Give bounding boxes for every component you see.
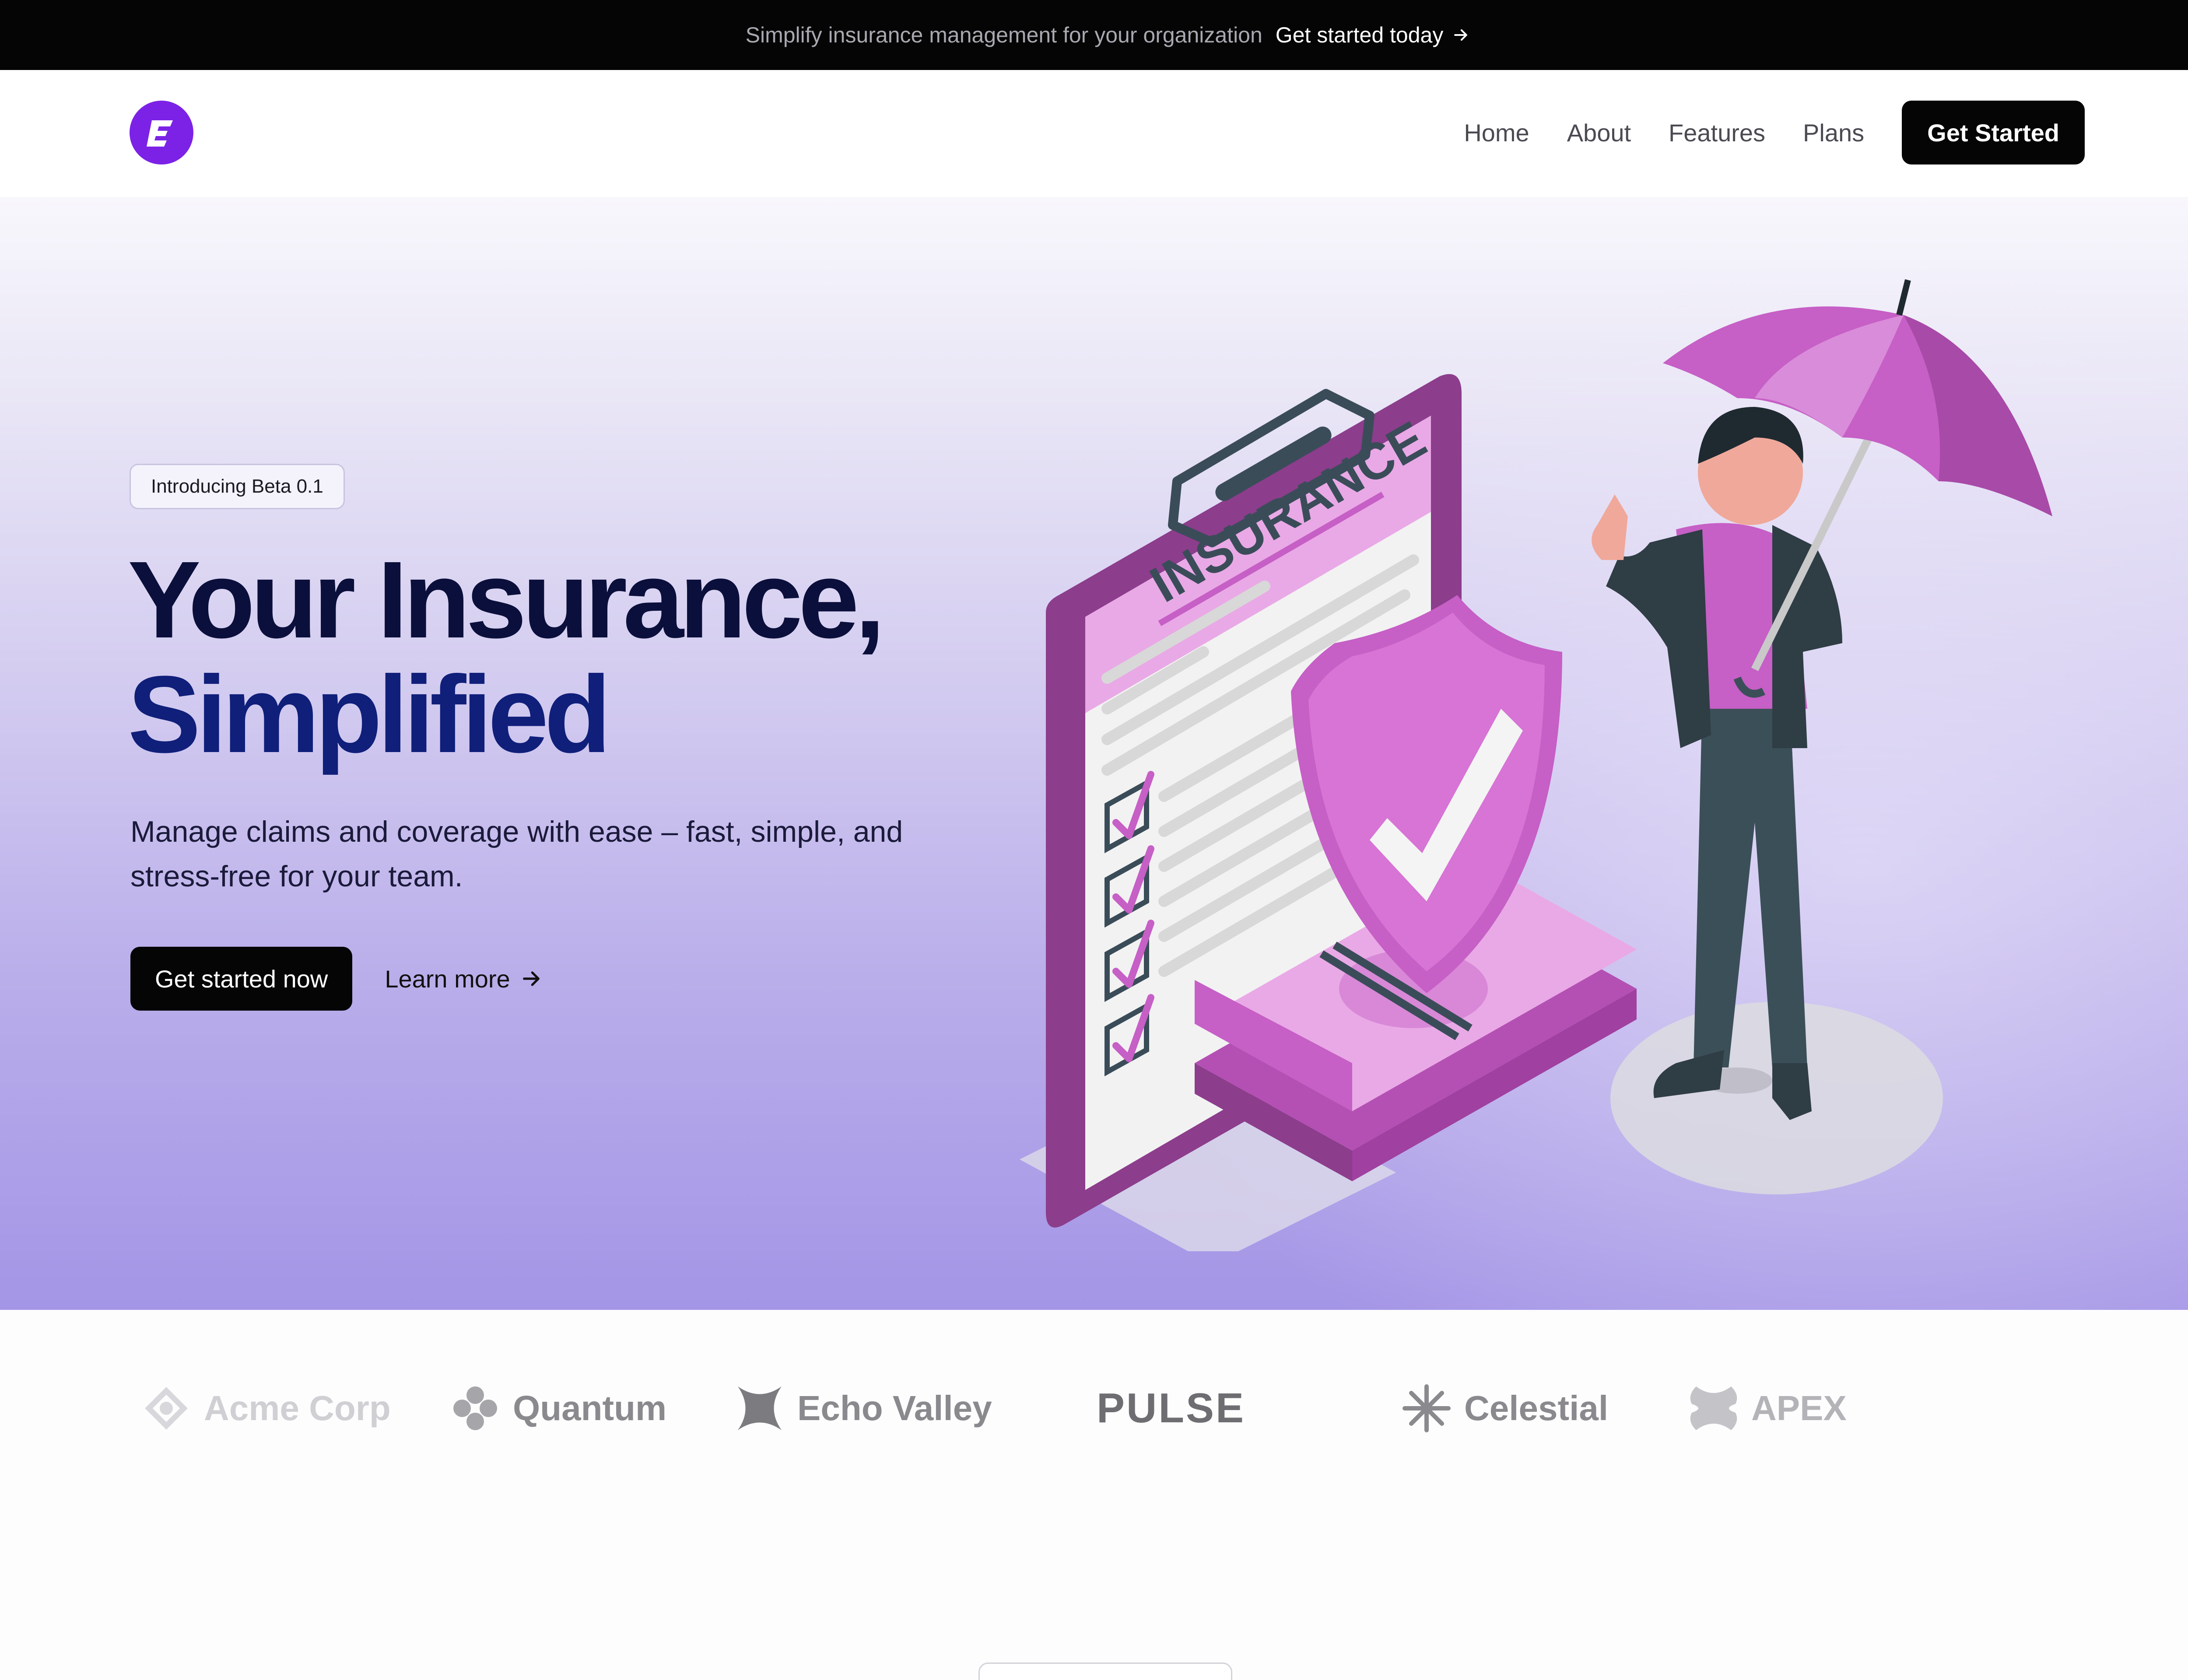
logo-pulse-label: PULSE <box>1097 1385 1246 1432</box>
insurance-illustration: INSURANCE <box>1020 279 2052 1251</box>
learn-more-link[interactable]: Learn more <box>385 965 543 993</box>
hero-title-line1: Your Insurance, <box>128 539 885 661</box>
logo-apex-label: APEX <box>1751 1389 1847 1428</box>
client-logos: Acme Corp Quantum Echo Valley PULSE Cele… <box>0 1310 2188 1511</box>
arrow-right-icon <box>1454 29 1468 41</box>
logo-acme-corp-label: Acme Corp <box>204 1389 391 1428</box>
hero-section: Introducing Beta 0.1 Your Insurance, Sim… <box>0 197 2188 1310</box>
logo-echo-valley-label: Echo Valley <box>797 1389 992 1428</box>
header-get-started-button[interactable]: Get Started <box>1902 101 2085 164</box>
nav-features[interactable]: Features <box>1669 119 1765 147</box>
quantum-icon <box>453 1386 497 1430</box>
main-nav: Home About Features Plans Get Started <box>1464 101 2085 164</box>
page: Simplify insurance management for your o… <box>0 0 2188 1680</box>
announcement-bar: Simplify insurance management for your o… <box>0 0 2188 70</box>
echo-valley-icon <box>738 1386 782 1430</box>
logo-apex: APEX <box>1687 1376 1847 1441</box>
nav-about[interactable]: About <box>1567 119 1631 147</box>
beta-badge: Introducing Beta 0.1 <box>130 464 345 509</box>
hero-subtitle: Manage claims and coverage with ease – f… <box>130 815 903 893</box>
announcement-cta-link[interactable]: Get started today <box>1276 22 1471 48</box>
logo-echo-valley: Echo Valley <box>733 1376 992 1441</box>
logo-celestial: Celestial <box>1400 1376 1608 1441</box>
acme-icon <box>145 1387 188 1430</box>
logo-acme-corp: Acme Corp <box>140 1376 391 1441</box>
brand-e-logo-icon <box>147 120 173 147</box>
logo-quantum: Quantum <box>449 1376 666 1441</box>
apex-icon <box>1690 1386 1737 1430</box>
site-header: Home About Features Plans Get Started <box>0 70 2188 197</box>
hero-actions: Get started now Learn more <box>130 947 543 1011</box>
logo-quantum-label: Quantum <box>513 1389 667 1428</box>
get-started-now-button[interactable]: Get started now <box>130 947 353 1011</box>
logo-celestial-label: Celestial <box>1464 1389 1609 1428</box>
arrow-right-icon <box>522 971 540 986</box>
hero-title: Your Insurance, Simplified <box>128 539 885 775</box>
learn-more-label: Learn more <box>385 965 510 993</box>
brand-logo[interactable] <box>130 101 193 164</box>
hero-title-line2: Simplified <box>128 653 611 775</box>
nav-home[interactable]: Home <box>1464 119 1529 147</box>
celestial-icon <box>1403 1384 1451 1432</box>
nav-plans[interactable]: Plans <box>1803 119 1864 147</box>
next-section-badge <box>978 1662 1232 1680</box>
announcement-message: Simplify insurance management for your o… <box>745 23 1262 47</box>
logo-pulse: PULSE <box>1097 1376 1245 1441</box>
announcement-cta-label: Get started today <box>1275 23 1444 47</box>
